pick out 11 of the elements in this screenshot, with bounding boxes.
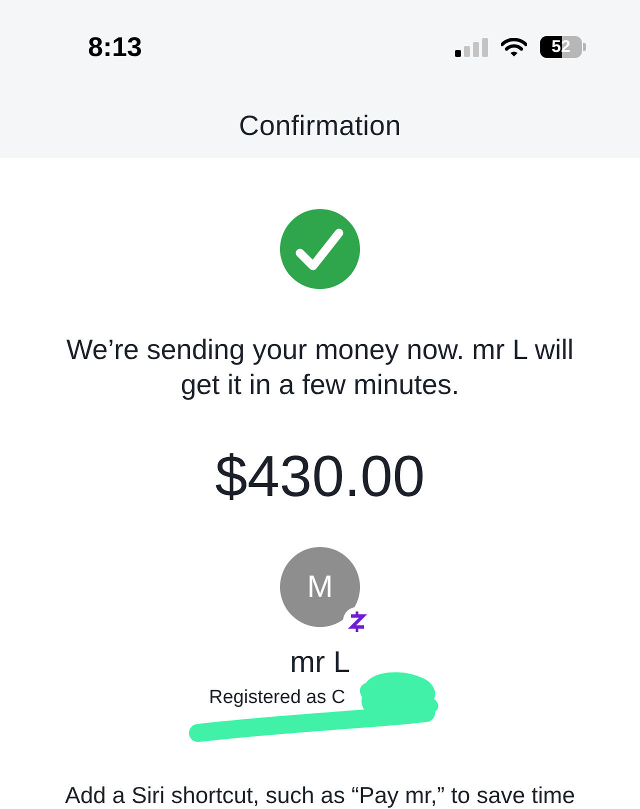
status-time: 8:13 — [88, 32, 142, 62]
registered-as-text: Registered as C — [209, 686, 346, 710]
signal-bars-icon — [455, 38, 488, 56]
payment-amount: $430.00 — [215, 444, 425, 510]
siri-shortcut-prompt: Add a Siri shortcut, such as “Pay mr,” to save time — [64, 783, 576, 807]
screen-title: Confirmation — [238, 110, 402, 142]
avatar-initial: M — [307, 569, 333, 605]
check-circle-icon — [280, 209, 360, 289]
wifi-icon — [501, 38, 527, 56]
confirmation-message: We’re sending your money now. mr L will get it in a few minutes. — [65, 333, 575, 402]
recipient-name: mr L — [290, 646, 350, 680]
